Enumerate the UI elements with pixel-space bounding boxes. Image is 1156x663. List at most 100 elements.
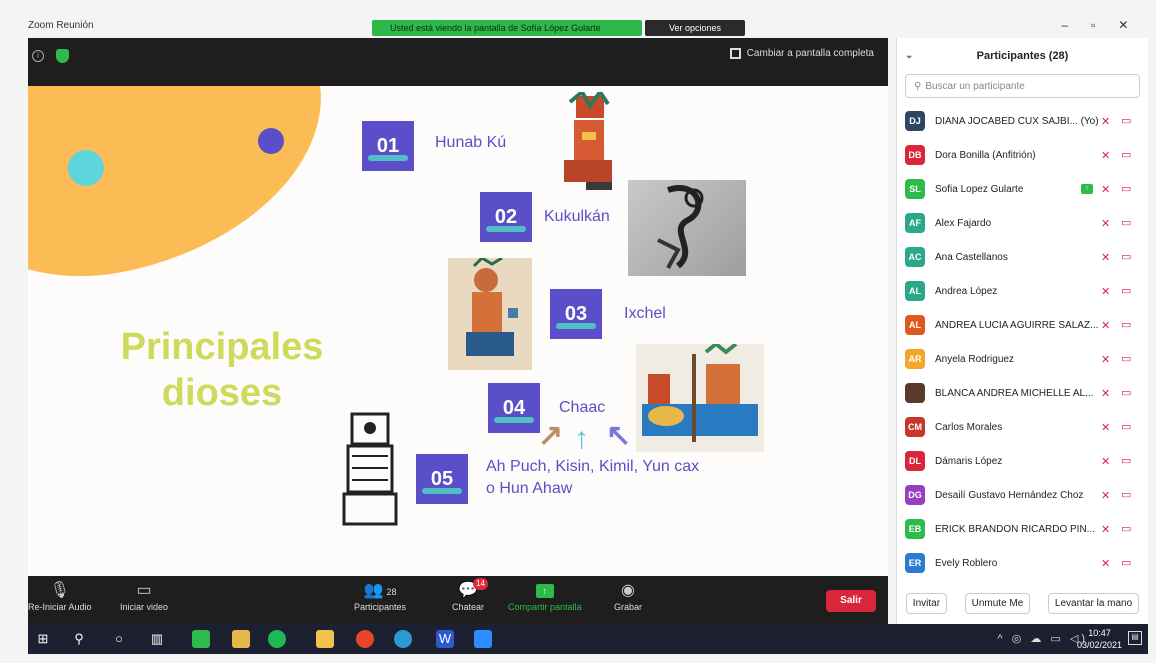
folder-icon[interactable] bbox=[316, 630, 334, 648]
task-view-icon[interactable]: ▥ bbox=[148, 630, 166, 648]
mic-muted-icon[interactable]: ✕ bbox=[1101, 557, 1110, 570]
word-icon[interactable]: W bbox=[436, 630, 454, 648]
edge-icon[interactable] bbox=[394, 630, 412, 648]
record-icon: ◉ bbox=[621, 582, 635, 599]
chrome-icon[interactable] bbox=[356, 630, 374, 648]
camera-off-icon[interactable]: ▭ bbox=[1121, 556, 1131, 569]
camera-off-icon[interactable]: ▭ bbox=[1121, 284, 1131, 297]
participant-name: Sofia Lopez Gularte bbox=[935, 183, 1024, 195]
invite-button[interactable]: Invitar bbox=[905, 593, 948, 614]
fullscreen-button[interactable]: Cambiar a pantalla completa bbox=[729, 48, 874, 59]
restore-icon[interactable]: ▫ bbox=[1091, 18, 1095, 38]
participant-row[interactable]: DJ DIANA JOCABED CUX SAJBI... (Yo) ✕ ▭ bbox=[897, 104, 1148, 138]
spotify-icon[interactable] bbox=[268, 630, 286, 648]
minimize-icon[interactable]: – bbox=[1061, 18, 1068, 38]
shared-slide: Principales dioses 01 Hunab Kú 02 Kukulk… bbox=[28, 86, 888, 576]
view-options-button[interactable]: Ver opciones bbox=[645, 20, 745, 36]
camera-off-icon[interactable]: ▭ bbox=[1121, 318, 1131, 331]
camera-off-icon[interactable]: ▭ bbox=[1121, 250, 1131, 263]
participants-icon: 👥 28 bbox=[363, 582, 397, 599]
participant-row[interactable]: AC Ana Castellanos ✕ ▭ bbox=[897, 240, 1148, 274]
avatar: DG bbox=[905, 485, 925, 505]
chat-label: Chatear bbox=[452, 602, 485, 612]
participant-row[interactable]: AL ANDREA LUCIA AGUIRRE SALAZ... ✕ ▭ bbox=[897, 308, 1148, 342]
chevron-down-icon[interactable]: ⌄ bbox=[905, 50, 913, 61]
mic-muted-icon[interactable]: ✕ bbox=[1101, 523, 1110, 536]
camera-off-icon[interactable]: ▭ bbox=[1121, 420, 1131, 433]
audio-button[interactable]: 🎙 Re-Iniciar Audio bbox=[28, 580, 92, 612]
mic-muted-icon[interactable]: ✕ bbox=[1101, 183, 1110, 196]
mic-muted-icon[interactable]: ✕ bbox=[1101, 285, 1110, 298]
app-icon[interactable] bbox=[192, 630, 210, 648]
close-icon[interactable]: ✕ bbox=[1118, 18, 1128, 38]
mic-muted-icon[interactable]: ✕ bbox=[1101, 149, 1110, 162]
windows-start-icon[interactable]: ⊞ bbox=[34, 630, 52, 648]
mic-muted-icon[interactable]: ✕ bbox=[1101, 353, 1110, 366]
unmute-button[interactable]: Unmute Me bbox=[964, 593, 1031, 614]
raise-hand-button[interactable]: Levantar la mano bbox=[1047, 593, 1140, 614]
participant-row[interactable]: AF Alex Fajardo ✕ ▭ bbox=[897, 206, 1148, 240]
participants-button[interactable]: 👥 28 Participantes bbox=[354, 580, 406, 612]
mic-muted-icon: 🎙 bbox=[49, 582, 70, 599]
avatar: SL bbox=[905, 179, 925, 199]
camera-off-icon[interactable]: ▭ bbox=[1121, 454, 1131, 467]
participant-search[interactable]: ⚲ Buscar un participante bbox=[905, 74, 1140, 98]
participant-name: Carlos Morales bbox=[935, 421, 1003, 433]
shield-icon[interactable] bbox=[56, 49, 69, 63]
camera-off-icon[interactable]: ▭ bbox=[1121, 114, 1131, 127]
camera-off-icon[interactable]: ▭ bbox=[1121, 148, 1131, 161]
participant-name: Evely Roblero bbox=[935, 557, 998, 569]
avatar bbox=[905, 383, 925, 403]
participant-row[interactable]: BLANCA ANDREA MICHELLE AL... ✕ ▭ bbox=[897, 376, 1148, 410]
participant-row[interactable]: DL Dámaris López ✕ ▭ bbox=[897, 444, 1148, 478]
item-label-03: Ixchel bbox=[624, 305, 666, 322]
participant-name: Dámaris López bbox=[935, 455, 1003, 467]
record-button[interactable]: ◉ Grabar bbox=[614, 580, 642, 612]
chat-button[interactable]: 💬 14 Chatear bbox=[452, 578, 488, 612]
participant-row[interactable]: CM Carlos Morales ✕ ▭ bbox=[897, 410, 1148, 444]
camera-off-icon[interactable]: ▭ bbox=[1121, 386, 1131, 399]
participant-row[interactable]: DB Dora Bonilla (Anfitrión) ✕ ▭ bbox=[897, 138, 1148, 172]
cortana-icon[interactable]: ○ bbox=[110, 630, 128, 648]
share-top-bar: i Cambiar a pantalla completa bbox=[28, 38, 888, 86]
store-icon[interactable] bbox=[232, 630, 250, 648]
mic-muted-icon[interactable]: ✕ bbox=[1101, 217, 1110, 230]
system-tray[interactable]: ^ ◎ ☁ ▭ ◁) bbox=[998, 632, 1089, 645]
item-label-line: Ah Puch, Kisin, Kimil, Yun cax bbox=[486, 458, 700, 475]
avatar: CM bbox=[905, 417, 925, 437]
clock[interactable]: 10:47 03/02/2021 bbox=[1077, 627, 1122, 651]
notification-icon[interactable]: ▤ bbox=[1128, 631, 1142, 645]
camera-off-icon[interactable]: ▭ bbox=[1121, 488, 1131, 501]
mic-muted-icon[interactable]: ✕ bbox=[1101, 489, 1110, 502]
zoom-icon[interactable] bbox=[474, 630, 492, 648]
leave-button[interactable]: Salir bbox=[826, 590, 876, 612]
mic-muted-icon[interactable]: ✕ bbox=[1101, 251, 1110, 264]
camera-off-icon[interactable]: ▭ bbox=[1121, 522, 1131, 535]
participant-name: Andrea López bbox=[935, 285, 998, 297]
video-label: Iniciar video bbox=[120, 602, 169, 612]
camera-off-icon[interactable]: ▭ bbox=[1121, 182, 1131, 195]
participant-row[interactable]: AL Andrea López ✕ ▭ bbox=[897, 274, 1148, 308]
mic-muted-icon[interactable]: ✕ bbox=[1101, 387, 1110, 400]
video-button[interactable]: ▭ Iniciar video bbox=[120, 580, 168, 612]
participant-row[interactable]: AR Anyela Rodriguez ✕ ▭ bbox=[897, 342, 1148, 376]
participant-row[interactable]: ER Evely Roblero ✕ ▭ bbox=[897, 546, 1148, 580]
slide-title-line: Principales bbox=[120, 326, 324, 368]
search-icon[interactable]: ⚲ bbox=[70, 630, 88, 648]
camera-off-icon[interactable]: ▭ bbox=[1121, 216, 1131, 229]
mic-muted-icon[interactable]: ✕ bbox=[1101, 115, 1110, 128]
audio-label: Re-Iniciar Audio bbox=[28, 602, 92, 612]
mic-muted-icon[interactable]: ✕ bbox=[1101, 421, 1110, 434]
item-label-line: o Hun Ahaw bbox=[486, 480, 573, 497]
avatar: ER bbox=[905, 553, 925, 573]
mic-muted-icon[interactable]: ✕ bbox=[1101, 455, 1110, 468]
participant-row[interactable]: SL Sofia Lopez Gularte ↑ ✕ ▭ bbox=[897, 172, 1148, 206]
mic-muted-icon[interactable]: ✕ bbox=[1101, 319, 1110, 332]
participant-row[interactable]: DG Desailí Gustavo Hernández Choz ✕ ▭ bbox=[897, 478, 1148, 512]
share-screen-button[interactable]: ↑ Compartir pantalla bbox=[508, 580, 582, 612]
participant-row[interactable]: EB ERICK BRANDON RICARDO PIN... ✕ ▭ bbox=[897, 512, 1148, 546]
participant-name: ERICK BRANDON RICARDO PIN... bbox=[935, 523, 1096, 535]
camera-off-icon[interactable]: ▭ bbox=[1121, 352, 1131, 365]
info-icon[interactable]: i bbox=[32, 50, 44, 62]
chat-badge: 14 bbox=[473, 578, 488, 590]
